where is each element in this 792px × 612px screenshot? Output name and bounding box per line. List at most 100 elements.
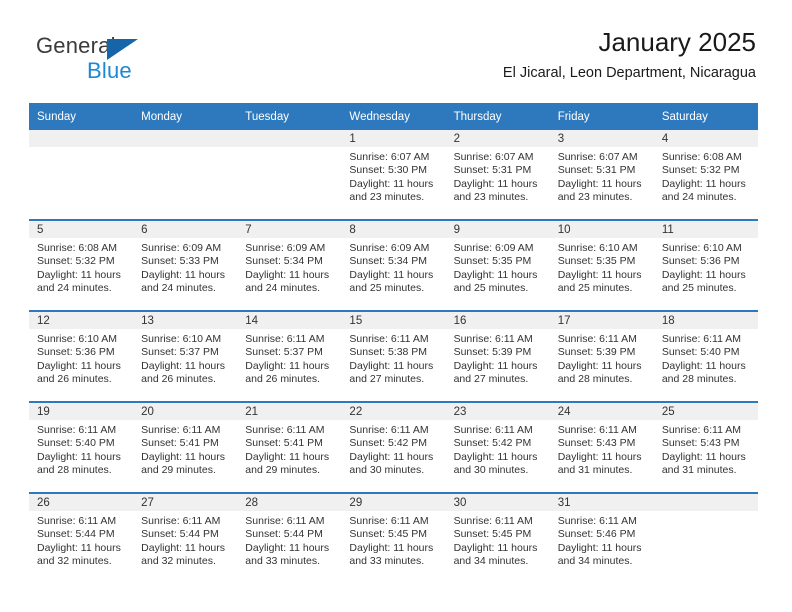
day-detail-sunset: Sunset: 5:45 PM: [453, 528, 532, 541]
day-number: [29, 130, 134, 147]
day-detail-sunrise: Sunrise: 6:11 AM: [453, 515, 533, 527]
day-detail-daylight-line2: and 26 minutes.: [245, 373, 320, 386]
calendar-day-cell[interactable]: 8 Sunrise: 6:09 AM Sunset: 5:34 PM Daylight…: [341, 219, 446, 311]
calendar-day-cell[interactable]: 20 Sunrise: 6:11 AM Sunset: 5:41 PM Dayligh…: [133, 401, 238, 493]
day-details: Sunrise: 6:10 AM Sunset: 5:36 PM Daylight:…: [654, 238, 758, 296]
day-cell: 8 Sunrise: 6:09 AM Sunset: 5:34 PM Daylight…: [341, 221, 446, 310]
calendar-day-cell[interactable]: [653, 492, 758, 583]
day-cell: 6 Sunrise: 6:09 AM Sunset: 5:33 PM Daylight…: [133, 221, 238, 310]
day-number: 18: [653, 312, 758, 329]
day-cell: 19 Sunrise: 6:11 AM Sunset: 5:40 PM Dayligh…: [29, 403, 134, 492]
day-detail-sunrise: Sunrise: 6:11 AM: [245, 424, 325, 436]
calendar-day-cell[interactable]: 9 Sunrise: 6:09 AM Sunset: 5:35 PM Daylight…: [445, 219, 550, 311]
calendar-day-cell[interactable]: 15 Sunrise: 6:11 AM Sunset: 5:38 PM Dayligh…: [341, 310, 446, 402]
day-details: [133, 147, 237, 151]
day-detail-daylight-line2: and 31 minutes.: [557, 464, 633, 477]
day-detail-daylight-line2: and 24 minutes.: [245, 282, 320, 295]
day-cell: 20 Sunrise: 6:11 AM Sunset: 5:41 PM Dayligh…: [133, 403, 238, 492]
calendar-day-cell[interactable]: 22 Sunrise: 6:11 AM Sunset: 5:42 PM Dayligh…: [341, 401, 446, 493]
calendar-day-cell[interactable]: 27 Sunrise: 6:11 AM Sunset: 5:44 PM Dayligh…: [133, 492, 238, 583]
calendar-week-row: 26 Sunrise: 6:11 AM Sunset: 5:44 PM Dayligh…: [29, 492, 758, 583]
day-number: 21: [237, 403, 342, 420]
day-details: Sunrise: 6:08 AM Sunset: 5:32 PM Daylight:…: [29, 238, 133, 296]
calendar-day-cell[interactable]: [237, 130, 342, 220]
day-number: 16: [445, 312, 550, 329]
day-details: Sunrise: 6:11 AM Sunset: 5:43 PM Daylight:…: [550, 420, 654, 478]
day-detail-sunset: Sunset: 5:41 PM: [245, 437, 323, 450]
calendar-day-cell[interactable]: 26 Sunrise: 6:11 AM Sunset: 5:44 PM Dayligh…: [29, 492, 134, 583]
calendar-week-row: 5 Sunrise: 6:08 AM Sunset: 5:32 PM Daylight…: [29, 219, 758, 311]
day-detail-sunset: Sunset: 5:46 PM: [557, 528, 636, 541]
day-detail-daylight-line1: Daylight: 11 hours: [37, 450, 121, 463]
calendar-day-cell[interactable]: 19 Sunrise: 6:11 AM Sunset: 5:40 PM Dayligh…: [29, 401, 134, 493]
calendar-day-cell[interactable]: 4 Sunrise: 6:08 AM Sunset: 5:32 PM Daylight…: [653, 130, 758, 220]
day-number: [237, 130, 342, 147]
calendar-day-cell[interactable]: 21 Sunrise: 6:11 AM Sunset: 5:41 PM Dayligh…: [237, 401, 342, 493]
calendar-day-cell[interactable]: 18 Sunrise: 6:11 AM Sunset: 5:40 PM Dayligh…: [653, 310, 758, 402]
day-detail-daylight-line2: and 26 minutes.: [37, 373, 112, 386]
calendar-day-cell[interactable]: 3 Sunrise: 6:07 AM Sunset: 5:31 PM Daylight…: [549, 130, 654, 220]
day-detail-sunrise: Sunrise: 6:11 AM: [349, 515, 429, 527]
day-number: 7: [237, 221, 342, 238]
calendar-day-cell[interactable]: 13 Sunrise: 6:10 AM Sunset: 5:37 PM Dayligh…: [133, 310, 238, 402]
day-detail-daylight-line1: Daylight: 11 hours: [349, 268, 434, 281]
calendar-day-cell[interactable]: 30 Sunrise: 6:11 AM Sunset: 5:45 PM Dayligh…: [445, 492, 550, 583]
calendar-day-cell[interactable]: 2 Sunrise: 6:07 AM Sunset: 5:31 PM Daylight…: [445, 130, 550, 220]
calendar-day-cell[interactable]: 24 Sunrise: 6:11 AM Sunset: 5:43 PM Dayligh…: [549, 401, 654, 493]
title-block: January 2025 El Jicaral, Leon Department…: [503, 28, 756, 82]
calendar-day-cell[interactable]: 23 Sunrise: 6:11 AM Sunset: 5:42 PM Dayligh…: [445, 401, 550, 493]
day-number: 25: [653, 403, 758, 420]
calendar-table: Sunday Monday Tuesday Wednesday Thursday…: [29, 103, 758, 583]
day-details: Sunrise: 6:11 AM Sunset: 5:43 PM Daylight:…: [654, 420, 758, 478]
day-detail-daylight-line2: and 30 minutes.: [453, 464, 529, 477]
day-details: Sunrise: 6:10 AM Sunset: 5:35 PM Daylight:…: [550, 238, 654, 296]
day-detail-sunrise: Sunrise: 6:07 AM: [349, 151, 430, 163]
day-details: [237, 147, 341, 151]
day-number: 2: [445, 130, 550, 147]
day-detail-daylight-line1: Daylight: 11 hours: [37, 268, 121, 281]
day-details: Sunrise: 6:11 AM Sunset: 5:41 PM Daylight:…: [237, 420, 341, 478]
calendar-day-cell[interactable]: 17 Sunrise: 6:11 AM Sunset: 5:39 PM Dayligh…: [549, 310, 654, 402]
day-detail-daylight-line1: Daylight: 11 hours: [661, 450, 746, 463]
day-cell: 31 Sunrise: 6:11 AM Sunset: 5:46 PM Dayligh…: [549, 494, 654, 583]
day-cell: 14 Sunrise: 6:11 AM Sunset: 5:37 PM Dayligh…: [237, 312, 342, 401]
empty-day-cell: [133, 130, 238, 219]
calendar-day-cell[interactable]: 31 Sunrise: 6:11 AM Sunset: 5:46 PM Dayligh…: [549, 492, 654, 583]
calendar-day-cell[interactable]: 10 Sunrise: 6:10 AM Sunset: 5:35 PM Dayligh…: [549, 219, 654, 311]
day-detail-daylight-line1: Daylight: 11 hours: [661, 177, 746, 190]
calendar-day-cell[interactable]: 14 Sunrise: 6:11 AM Sunset: 5:37 PM Dayligh…: [237, 310, 342, 402]
calendar-day-cell[interactable]: 11 Sunrise: 6:10 AM Sunset: 5:36 PM Dayligh…: [653, 219, 758, 311]
day-details: Sunrise: 6:11 AM Sunset: 5:45 PM Daylight:…: [446, 511, 550, 569]
empty-day-cell: [29, 130, 134, 219]
calendar-week-row: 19 Sunrise: 6:11 AM Sunset: 5:40 PM Dayligh…: [29, 401, 758, 493]
day-detail-sunrise: Sunrise: 6:11 AM: [37, 424, 117, 436]
calendar-day-cell[interactable]: 28 Sunrise: 6:11 AM Sunset: 5:44 PM Dayligh…: [237, 492, 342, 583]
weekday-header-thursday: Thursday: [445, 103, 550, 130]
day-details: Sunrise: 6:11 AM Sunset: 5:44 PM Daylight:…: [133, 511, 237, 569]
day-number: 13: [133, 312, 238, 329]
day-detail-daylight-line2: and 28 minutes.: [557, 373, 633, 386]
calendar-day-cell[interactable]: 6 Sunrise: 6:09 AM Sunset: 5:33 PM Daylight…: [133, 219, 238, 311]
day-detail-sunrise: Sunrise: 6:11 AM: [37, 515, 117, 527]
calendar-body: 1 Sunrise: 6:07 AM Sunset: 5:30 PM Daylight…: [29, 130, 758, 583]
brand-triangle-icon: [107, 39, 138, 60]
calendar-day-cell[interactable]: [133, 130, 238, 220]
calendar-day-cell[interactable]: 5 Sunrise: 6:08 AM Sunset: 5:32 PM Daylight…: [29, 219, 134, 311]
calendar-day-cell[interactable]: 29 Sunrise: 6:11 AM Sunset: 5:45 PM Dayligh…: [341, 492, 446, 583]
calendar-day-cell[interactable]: 16 Sunrise: 6:11 AM Sunset: 5:39 PM Dayligh…: [445, 310, 550, 402]
calendar-day-cell[interactable]: 12 Sunrise: 6:10 AM Sunset: 5:36 PM Dayligh…: [29, 310, 134, 402]
day-details: Sunrise: 6:11 AM Sunset: 5:39 PM Daylight:…: [446, 329, 550, 387]
calendar-day-cell[interactable]: [29, 130, 134, 220]
calendar-page: General Blue January 2025 El Jicaral, Le…: [0, 0, 792, 612]
calendar-day-cell[interactable]: 1 Sunrise: 6:07 AM Sunset: 5:30 PM Daylight…: [341, 130, 446, 220]
day-number: 4: [653, 130, 758, 147]
page-header: General Blue January 2025 El Jicaral, Le…: [0, 0, 792, 103]
calendar-week-row: 1 Sunrise: 6:07 AM Sunset: 5:30 PM Daylight…: [29, 130, 758, 220]
calendar-day-cell[interactable]: 25 Sunrise: 6:11 AM Sunset: 5:43 PM Dayligh…: [653, 401, 758, 493]
day-detail-daylight-line2: and 31 minutes.: [661, 464, 737, 477]
day-details: Sunrise: 6:11 AM Sunset: 5:44 PM Daylight:…: [29, 511, 133, 569]
day-cell: 25 Sunrise: 6:11 AM Sunset: 5:43 PM Dayligh…: [653, 403, 758, 492]
calendar-day-cell[interactable]: 7 Sunrise: 6:09 AM Sunset: 5:34 PM Daylight…: [237, 219, 342, 311]
brand-logo[interactable]: General Blue: [36, 33, 236, 89]
day-detail-sunset: Sunset: 5:34 PM: [245, 255, 323, 268]
